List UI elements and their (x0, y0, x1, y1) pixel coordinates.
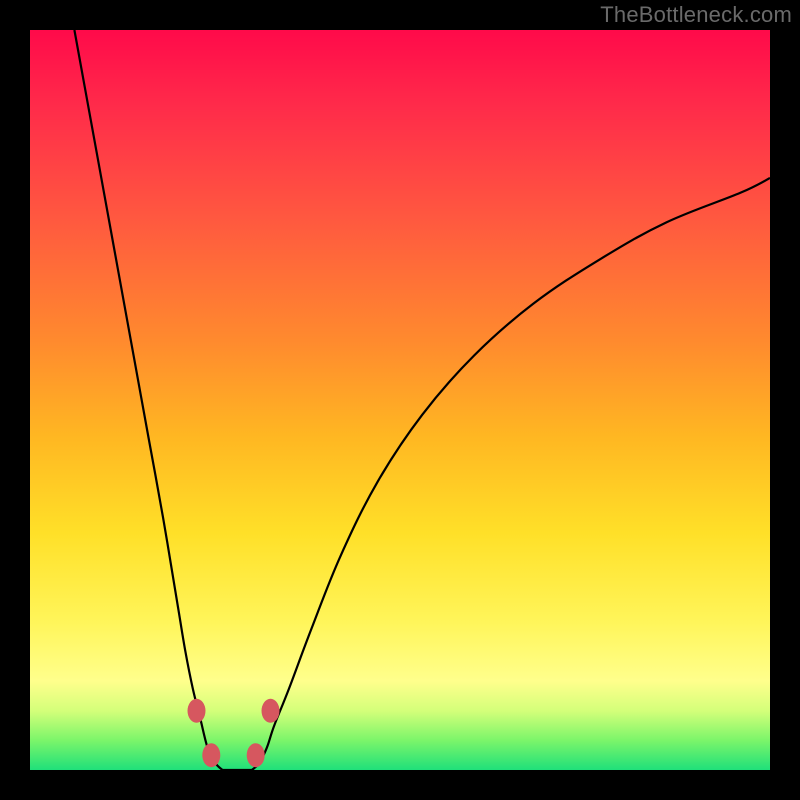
valley-marker (202, 743, 220, 767)
curve-right-branch (252, 178, 770, 770)
watermark-text: TheBottleneck.com (600, 2, 792, 28)
plot-area (30, 30, 770, 770)
curve-svg (30, 30, 770, 770)
valley-marker (188, 699, 206, 723)
valley-marker (262, 699, 280, 723)
valley-marker (247, 743, 265, 767)
valley-markers-group (188, 699, 280, 767)
chart-frame: TheBottleneck.com (0, 0, 800, 800)
curve-left-branch (74, 30, 222, 770)
